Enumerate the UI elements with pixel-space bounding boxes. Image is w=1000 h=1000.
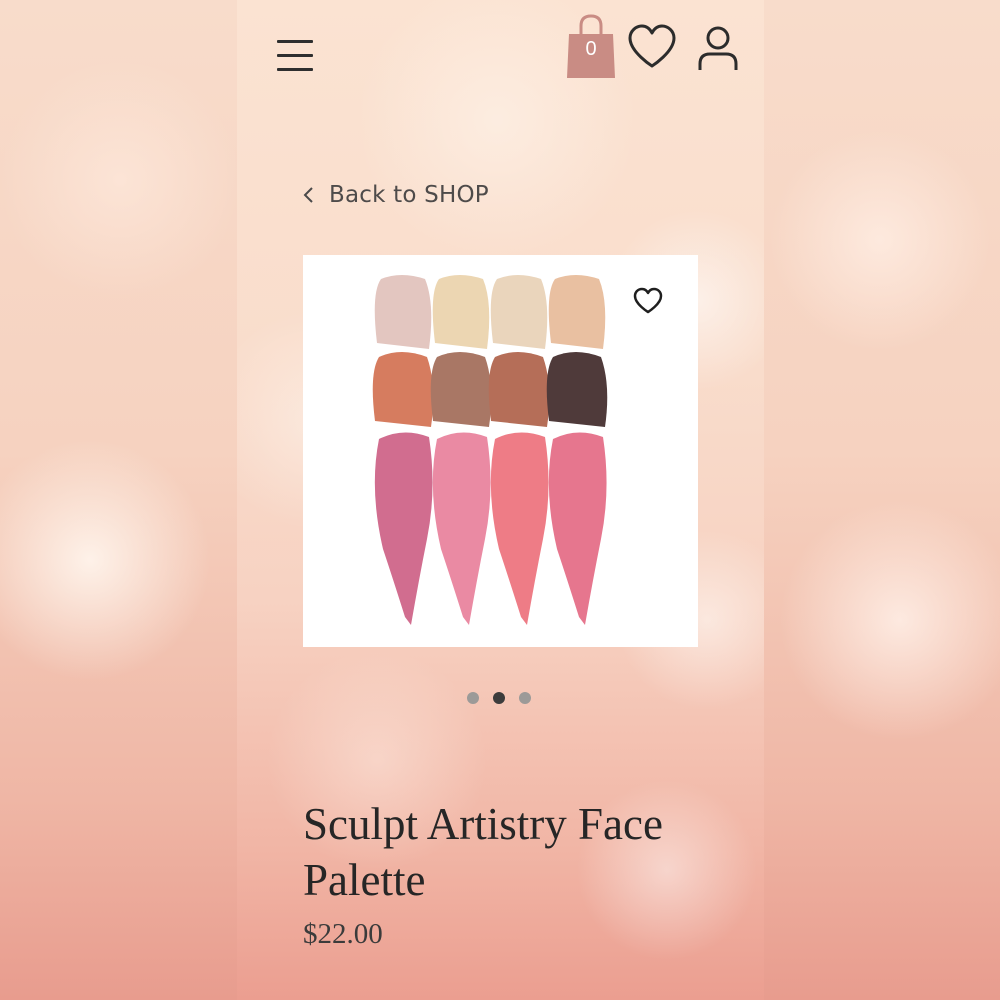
menu-button[interactable] bbox=[277, 38, 313, 72]
pagination-dot[interactable] bbox=[519, 692, 531, 704]
swatch bbox=[548, 432, 607, 625]
swatch bbox=[374, 275, 432, 349]
product-title: Sculpt Artistry Face Palette bbox=[303, 799, 663, 905]
chevron-left-icon bbox=[303, 187, 313, 203]
swatch bbox=[432, 275, 490, 349]
swatch bbox=[490, 432, 549, 625]
gallery-pagination bbox=[467, 692, 531, 704]
heart-icon bbox=[628, 24, 676, 68]
heart-outline-icon bbox=[633, 287, 663, 314]
palette-swatches bbox=[372, 275, 608, 625]
product-image[interactable] bbox=[303, 255, 698, 647]
user-icon bbox=[698, 26, 738, 70]
pagination-dot[interactable] bbox=[467, 692, 479, 704]
product-price: $22.00 bbox=[303, 918, 383, 950]
swatch bbox=[374, 432, 433, 625]
add-to-wishlist-button[interactable] bbox=[633, 287, 663, 315]
back-label: Back to SHOP bbox=[329, 182, 489, 208]
cart-button[interactable]: 0 bbox=[565, 12, 617, 80]
swatch bbox=[372, 352, 434, 427]
swatch bbox=[430, 352, 492, 427]
account-button[interactable] bbox=[697, 26, 739, 72]
menu-icon-line bbox=[277, 68, 313, 71]
swatch bbox=[488, 352, 550, 427]
pagination-dot[interactable] bbox=[493, 692, 505, 704]
back-to-shop-link[interactable]: Back to SHOP bbox=[301, 178, 489, 212]
wishlist-button[interactable] bbox=[627, 24, 677, 70]
mobile-screen: 0 Back to SHOP Sculpt Artistry Face Pale… bbox=[237, 0, 764, 1000]
swatch bbox=[432, 432, 491, 625]
swatch bbox=[490, 275, 548, 349]
cart-count: 0 bbox=[585, 38, 597, 60]
swatch bbox=[548, 275, 606, 349]
menu-icon-line bbox=[277, 40, 313, 43]
menu-icon-line bbox=[277, 54, 313, 57]
swatch bbox=[546, 352, 608, 427]
